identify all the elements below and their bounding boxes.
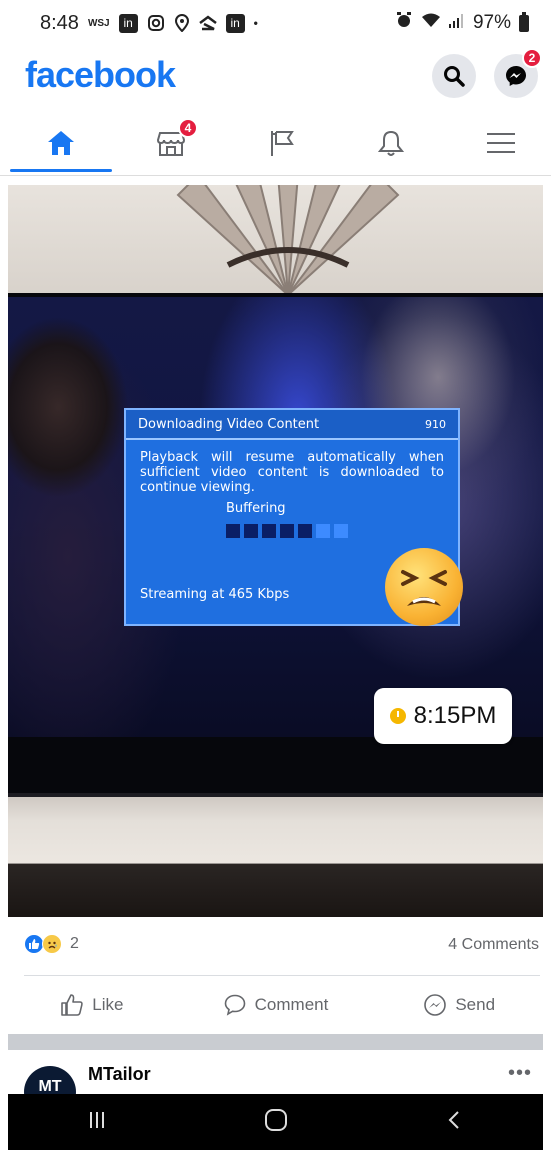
system-navigation-bar [8,1094,543,1150]
streaming-rate: Streaming at 465 Kbps [140,587,290,602]
back-button[interactable] [444,1109,466,1136]
alarm-icon [395,11,413,35]
dialog-body: Playback will resume automatically when … [126,440,458,548]
clock-icon [389,708,406,724]
buffer-segment [298,524,312,538]
recent-apps-button[interactable] [86,1109,108,1136]
status-left: 8:48 WSJ in in • [40,12,258,35]
feed-separator [8,1034,543,1050]
comment-icon [224,994,245,1016]
linkedin-icon-2: in [225,13,245,33]
zillow-icon [198,15,217,31]
notification-dot-icon: • [253,16,258,30]
instagram-icon [147,14,165,32]
buffer-segment [334,524,348,538]
comment-label: Comment [254,995,329,1014]
send-icon [424,994,447,1016]
wall-background [8,185,543,296]
actions-divider [24,975,540,976]
signal-icon [448,12,465,34]
buffer-segment [262,524,276,538]
location-pin-icon [174,14,190,32]
marketplace-badge: 4 [178,118,198,138]
like-button[interactable]: Like [0,980,184,1030]
buffer-segment [280,524,294,538]
like-icon [61,994,83,1016]
tab-notifications[interactable] [336,112,446,174]
buffer-segment [226,524,240,538]
post-photo[interactable]: Downloading Video Content 910 Playback w… [8,185,543,917]
send-button[interactable]: Send [367,980,551,1030]
home-button[interactable] [263,1107,289,1138]
messenger-button[interactable]: 2 [494,48,542,98]
tab-menu[interactable] [446,112,551,174]
next-post-author[interactable]: MTailor [88,1064,151,1085]
dialog-code: 910 [425,417,446,431]
facebook-feed-screen: 8:48 WSJ in in • 97% facebook 2 4 Downlo… [0,0,551,1150]
home-icon [48,131,74,155]
wall-windmill-decor [176,185,400,296]
back-icon [448,1110,459,1129]
messenger-icon [506,66,526,86]
facebook-logo[interactable]: facebook [25,54,176,96]
comment-button[interactable]: Comment [184,980,368,1030]
status-right: 97% [395,11,529,35]
search-icon [444,66,465,87]
status-bar: 8:48 WSJ in in • 97% [0,0,551,46]
search-button[interactable] [432,54,476,98]
tab-home[interactable] [6,112,116,174]
buffering-label: Buffering [226,501,286,516]
send-label: Send [455,995,496,1014]
menu-icon [487,133,515,153]
post-actions: Like Comment Send [0,980,551,1030]
wsj-icon: WSJ [87,17,110,29]
app-header: facebook 2 [0,46,551,106]
recent-apps-icon [89,1111,104,1128]
buffer-segment [316,524,330,538]
dialog-title: Downloading Video Content [138,416,320,432]
next-post-header: MT MTailor ••• [0,1050,551,1118]
dialog-header: Downloading Video Content 910 [126,410,458,440]
time-overlay: 8:15PM [374,688,512,744]
buffering-progress [226,524,444,538]
tab-pages[interactable] [226,112,336,174]
reactions-summary[interactable]: 2 [24,934,79,954]
home-nav-icon [264,1108,287,1131]
comments-count[interactable]: 4 Comments [448,936,539,954]
buffer-segment [244,524,258,538]
time-overlay-text: 8:15PM [413,702,497,729]
sad-reaction-icon [42,934,62,954]
main-nav: 4 [0,112,551,176]
messenger-badge: 2 [522,48,542,68]
battery-percent: 97% [472,12,511,33]
more-options-icon[interactable]: ••• [508,1062,532,1085]
dialog-message: Playback will resume automatically when … [140,450,444,495]
battery-icon [519,11,529,32]
tv-stand-shelf [8,797,543,917]
tired-face-emoji-icon [385,548,463,626]
wifi-icon [421,12,441,34]
status-time: 8:48 [40,11,79,34]
reaction-count: 2 [70,935,79,952]
notifications-bell-icon [378,130,404,156]
pages-flag-icon [271,131,294,156]
like-reaction-icon [24,934,44,954]
tab-marketplace[interactable]: 4 [116,112,226,174]
linkedin-icon: in [118,13,138,33]
like-label: Like [92,995,124,1014]
